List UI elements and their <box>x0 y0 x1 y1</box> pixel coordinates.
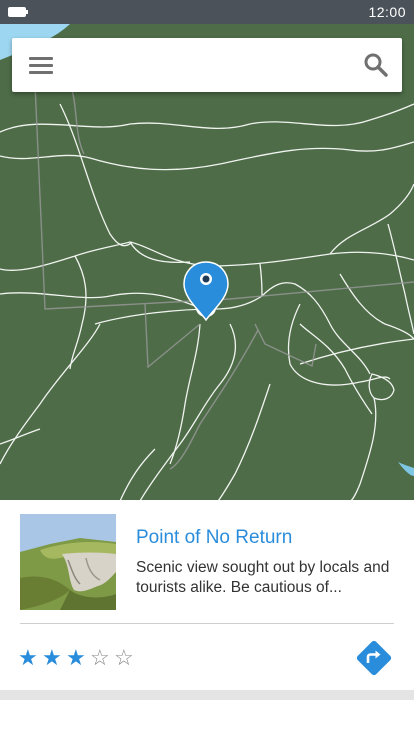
card-bottom-edge <box>0 690 414 700</box>
place-description: Scenic view sought out by locals and tou… <box>136 559 390 596</box>
status-time: 12:00 <box>368 4 406 20</box>
directions-icon[interactable] <box>356 640 392 676</box>
next-card[interactable] <box>0 700 414 736</box>
place-photo <box>20 514 116 610</box>
divider <box>20 623 394 624</box>
star-filled-icon[interactable]: ★ <box>18 646 42 670</box>
battery-icon <box>8 7 28 17</box>
menu-icon[interactable] <box>26 52 56 78</box>
map-canvas <box>0 24 414 501</box>
map-view[interactable] <box>0 24 414 501</box>
rating-stars[interactable]: ★ ★ ★ ☆ ☆ <box>18 646 138 670</box>
search-input[interactable] <box>70 50 344 82</box>
place-card[interactable]: Point of No Return Scenic view sought ou… <box>0 500 414 690</box>
star-filled-icon[interactable]: ★ <box>66 646 90 670</box>
star-filled-icon[interactable]: ★ <box>42 646 66 670</box>
status-bar: 12:00 <box>0 0 414 24</box>
search-icon[interactable] <box>362 51 390 79</box>
location-pin-icon <box>183 261 229 322</box>
star-outline-icon[interactable]: ☆ <box>114 646 138 670</box>
search-bar[interactable] <box>12 38 402 92</box>
star-outline-icon[interactable]: ☆ <box>90 646 114 670</box>
place-title[interactable]: Point of No Return <box>136 527 292 549</box>
